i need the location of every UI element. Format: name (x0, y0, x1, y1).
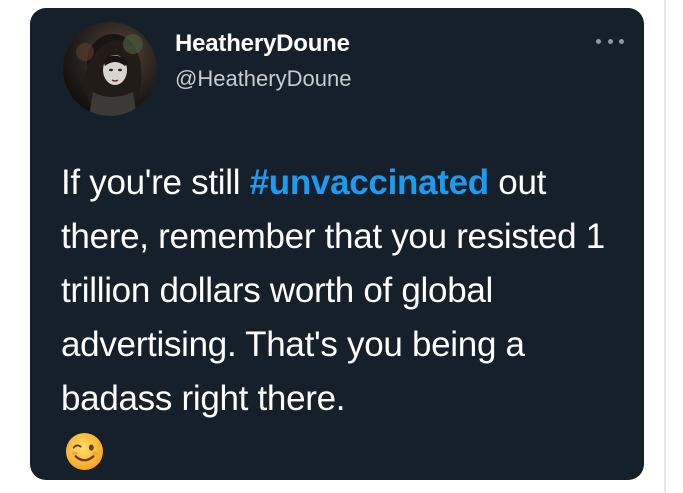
tweet-card[interactable]: HeatheryDoune @HeatheryDoune If you're s… (30, 8, 644, 480)
avatar-image (76, 34, 143, 116)
hashtag-link[interactable]: #unvaccinated (250, 163, 490, 202)
tweet-text: If you're still #unvaccinated out there,… (61, 156, 621, 426)
dot (596, 38, 601, 44)
user-handle[interactable]: @HeatheryDoune (175, 66, 351, 92)
tweet-text-lead: If you're still (61, 163, 250, 202)
avatar[interactable] (63, 22, 157, 116)
dot (619, 38, 624, 44)
display-name[interactable]: HeatheryDoune (175, 30, 350, 58)
page-divider (664, 0, 666, 493)
more-options-icon[interactable] (596, 34, 624, 48)
winking-face-emoji-icon (65, 432, 104, 471)
dot (607, 38, 613, 44)
